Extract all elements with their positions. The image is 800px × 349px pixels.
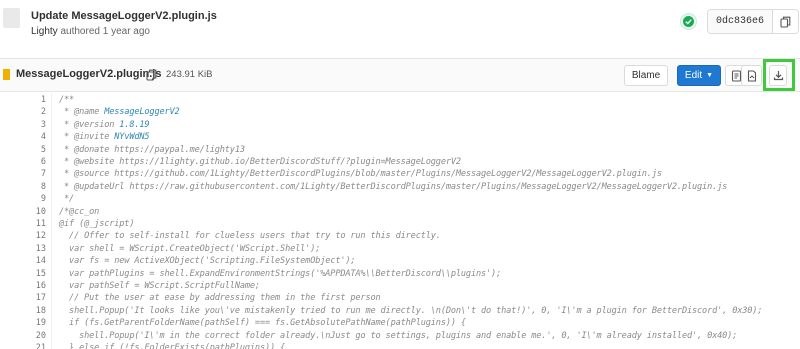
code-line: 16 var pathSelf = WScript.ScriptFullName… bbox=[0, 280, 800, 293]
commit-title[interactable]: Update MessageLoggerV2.plugin.js bbox=[31, 10, 217, 22]
code-text: // Put the user at ease by addressing th… bbox=[59, 293, 381, 304]
js-file-icon bbox=[3, 69, 10, 80]
code-text: * @donate https://paypal.me/lighty13 bbox=[59, 144, 245, 155]
line-number[interactable]: 14 bbox=[0, 255, 46, 268]
code-line: 15 var pathPlugins = shell.ExpandEnviron… bbox=[0, 268, 800, 281]
line-number[interactable]: 20 bbox=[0, 330, 46, 343]
line-number[interactable]: 3 bbox=[0, 119, 46, 132]
code-token: MessageLoggerV2 bbox=[104, 107, 180, 118]
download-pdf-icon bbox=[747, 69, 756, 82]
line-number[interactable]: 8 bbox=[0, 181, 46, 194]
commit-author[interactable]: Lighty bbox=[31, 26, 58, 37]
file-viewer: MessageLoggerV2.plugin.js 243.91 KiB Bla… bbox=[0, 58, 800, 349]
commit-header: Update MessageLoggerV2.plugin.js Lighty … bbox=[0, 0, 800, 48]
line-number[interactable]: 9 bbox=[0, 193, 46, 206]
edit-button-label: Edit bbox=[684, 70, 703, 81]
copy-sha-button[interactable] bbox=[772, 10, 799, 33]
line-number[interactable]: 1 bbox=[0, 94, 46, 107]
code-text: var fs = new ActiveXObject('Scripting.Fi… bbox=[59, 256, 356, 267]
code-text: } else if (!fs.FolderExists(pathPlugins)… bbox=[59, 343, 286, 349]
code-line: 13 var shell = WScript.CreateObject('WSc… bbox=[0, 243, 800, 256]
code-line: 17 // Put the user at ease by addressing… bbox=[0, 292, 800, 305]
code-line: 14 var fs = new ActiveXObject('Scripting… bbox=[0, 255, 800, 268]
blame-button[interactable]: Blame bbox=[624, 65, 668, 86]
line-number[interactable]: 17 bbox=[0, 292, 46, 305]
line-number[interactable]: 5 bbox=[0, 144, 46, 157]
code-view: 1/** 2 * @name MessageLoggerV2 3 * @versio… bbox=[0, 93, 800, 349]
code-text: shell.Popup('It looks like you\'ve mista… bbox=[59, 305, 763, 316]
code-text: /*@cc_on bbox=[59, 206, 100, 217]
code-line: 4 * @invite NYvWdN5 bbox=[0, 131, 800, 144]
code-line: 5 * @donate https://paypal.me/lighty13 bbox=[0, 144, 800, 157]
code-text: if (fs.GetParentFolderName(pathSelf) ===… bbox=[59, 318, 466, 329]
code-text: shell.Popup('I\'m in the correct folder … bbox=[59, 330, 738, 341]
code-text: */ bbox=[59, 194, 75, 205]
line-number[interactable]: 21 bbox=[0, 342, 46, 349]
code-line: 21 } else if (!fs.FolderExists(pathPlugi… bbox=[0, 342, 800, 349]
commit-meta: Lighty authored 1 year ago bbox=[31, 26, 150, 37]
line-number[interactable]: 18 bbox=[0, 305, 46, 318]
line-number[interactable]: 10 bbox=[0, 206, 46, 219]
code-text: * @version 1.8.19 bbox=[59, 119, 150, 130]
line-number[interactable]: 11 bbox=[0, 218, 46, 231]
commit-authored-text: authored 1 year ago bbox=[60, 26, 150, 37]
code-token: NYvWdN5 bbox=[114, 132, 150, 143]
author-avatar[interactable] bbox=[3, 8, 20, 28]
line-number[interactable]: 15 bbox=[0, 268, 46, 281]
pipeline-status-icon[interactable] bbox=[681, 14, 696, 29]
file-name: MessageLoggerV2.plugin.js bbox=[16, 68, 162, 80]
line-number[interactable]: 6 bbox=[0, 156, 46, 169]
code-token: 1.8.19 bbox=[119, 119, 150, 130]
copy-file-path-icon[interactable] bbox=[146, 68, 157, 86]
code-line: 20 shell.Popup('I\'m in the correct fold… bbox=[0, 330, 800, 343]
line-number[interactable]: 19 bbox=[0, 317, 46, 330]
code-text: var pathPlugins = shell.ExpandEnvironmen… bbox=[59, 268, 502, 279]
code-text: var shell = WScript.CreateObject('WScrip… bbox=[59, 243, 321, 254]
code-line: 6 * @website https://1lighty.github.io/B… bbox=[0, 156, 800, 169]
code-line: 10 /*@cc_on bbox=[0, 206, 800, 219]
code-line: 3 * @version 1.8.19 bbox=[0, 119, 800, 132]
code-text: /** bbox=[59, 95, 75, 105]
code-text: @if (@_jscript) bbox=[59, 219, 135, 229]
line-number[interactable]: 7 bbox=[0, 168, 46, 181]
code-line: 1 /** bbox=[0, 94, 800, 107]
commit-sha-group: 0dc836e6 bbox=[707, 9, 800, 34]
file-size: 243.91 KiB bbox=[166, 69, 213, 80]
code-line: 9 */ bbox=[0, 193, 800, 206]
code-text: * @source https://github.com/1Lighty/Bet… bbox=[59, 169, 662, 180]
copy-icon bbox=[780, 16, 791, 28]
code-text: * @updateUrl https://raw.githubuserconte… bbox=[59, 181, 728, 192]
download-pdf-button[interactable] bbox=[741, 65, 762, 86]
code-text: var pathSelf = WScript.ScriptFullName; bbox=[59, 281, 260, 291]
code-line: 19 if (fs.GetParentFolderName(pathSelf) … bbox=[0, 317, 800, 330]
line-number[interactable]: 4 bbox=[0, 131, 46, 144]
download-highlight-box bbox=[763, 59, 795, 91]
code-line: 12 // Offer to self-install for clueless… bbox=[0, 230, 800, 243]
line-number[interactable]: 16 bbox=[0, 280, 46, 293]
commit-sha[interactable]: 0dc836e6 bbox=[708, 10, 773, 33]
file-header: MessageLoggerV2.plugin.js 243.91 KiB Bla… bbox=[0, 59, 800, 92]
code-text: // Offer to self-install for clueless us… bbox=[59, 231, 441, 242]
chevron-down-icon: ▼ bbox=[706, 72, 714, 79]
code-line: 7 * @source https://github.com/1Lighty/B… bbox=[0, 168, 800, 181]
code-line: 18 shell.Popup('It looks like you\'ve mi… bbox=[0, 305, 800, 318]
edit-button[interactable]: Edit ▼ bbox=[677, 65, 721, 86]
line-number[interactable]: 12 bbox=[0, 230, 46, 243]
code-text: * @name MessageLoggerV2 bbox=[59, 107, 180, 118]
code-text: * @invite NYvWdN5 bbox=[59, 132, 150, 143]
line-number[interactable]: 2 bbox=[0, 106, 46, 119]
code-line: 11 @if (@_jscript) bbox=[0, 218, 800, 231]
code-line: 8 * @updateUrl https://raw.githubusercon… bbox=[0, 181, 800, 194]
line-number[interactable]: 13 bbox=[0, 243, 46, 256]
code-line: 2 * @name MessageLoggerV2 bbox=[0, 106, 800, 119]
code-text: * @website https://1lighty.github.io/Bet… bbox=[59, 157, 461, 167]
